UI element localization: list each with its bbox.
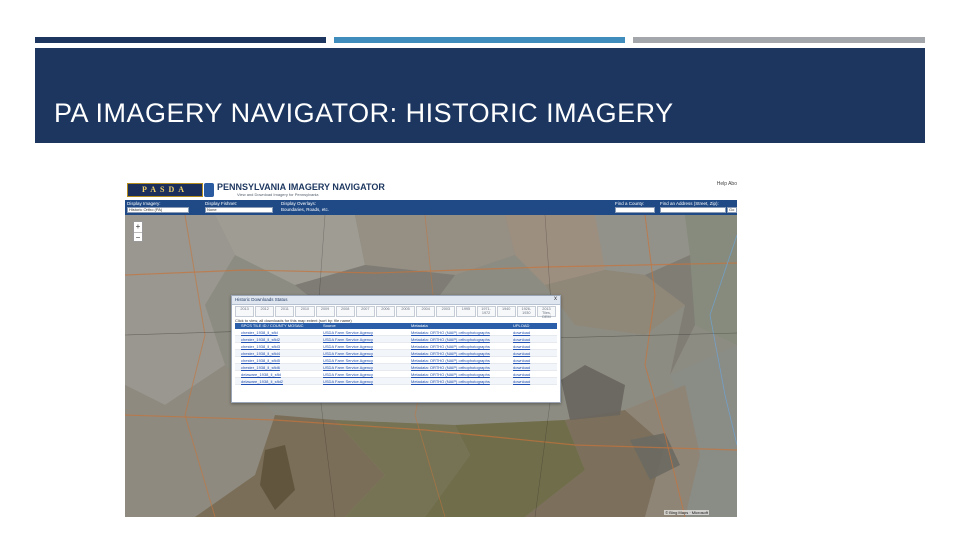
table-row: delaware_1938_ll_sfld USDA Farm Service A… [235,371,557,378]
historic-downloads-dialog: Historic Downloads Status x 2013 2012 2011… [231,295,561,403]
tile-link[interactable]: delaware_1938_ll_sfld2 [241,378,321,385]
metadata-link[interactable]: Metadata: ORTHO (NAIP) orthophotographs [411,364,511,371]
year-tab[interactable]: 1926-1930 [516,306,536,317]
source-link[interactable]: USDA Farm Service Agency [323,364,409,371]
year-tab[interactable]: 2009 [315,306,335,317]
tile-link[interactable]: chester_1938_ll_sfld4 [241,350,321,357]
find-county-label: Find a County: [615,201,645,206]
app-title: PENNSYLVANIA IMAGERY NAVIGATOR [217,182,385,192]
display-imagery-label: Display Imagery: [127,201,161,206]
year-tab[interactable]: 2004 [416,306,436,317]
tile-link[interactable]: chester_1938_ll_sfld6 [241,364,321,371]
tile-link[interactable]: chester_1938_ll_sfld2 [241,336,321,343]
source-link[interactable]: USDA Farm Service Agency [323,357,409,364]
year-tabs: 2013 2012 2011 2010 2009 2008 2007 2006 2005 2004… [235,306,557,318]
download-link[interactable]: download [513,364,553,371]
year-tab[interactable]: 2005 [396,306,416,317]
metadata-link[interactable]: Metadata: ORTHO (NAIP) orthophotographs [411,343,511,350]
download-link[interactable]: download [513,378,553,385]
app-header: PASDA PENNSYLVANIA IMAGERY NAVIGATOR Vie… [125,180,737,201]
source-link[interactable]: USDA Farm Service Agency [323,336,409,343]
year-tab[interactable]: 2010 [295,306,315,317]
dialog-title: Historic Downloads Status [235,297,288,302]
find-address-label: Find an Address (Street, Zip): [660,201,719,206]
table-row: chester_1938_ll_sfld2 USDA Farm Service A… [235,336,557,343]
download-link[interactable]: download [513,343,553,350]
zoom-in-button[interactable]: + [134,222,142,232]
year-tab[interactable]: 1995 [456,306,476,317]
year-tab[interactable]: 2008 [335,306,355,317]
accent-bar-dark [35,37,326,43]
year-tab[interactable]: 2003 [436,306,456,317]
metadata-link[interactable]: Metadata: ORTHO (NAIP) orthophotographs [411,350,511,357]
metadata-link[interactable]: Metadata: ORTHO (NAIP) orthophotographs [411,336,511,343]
metadata-link[interactable]: Metadata: ORTHO (NAIP) orthophotographs [411,357,511,364]
app-subtitle: View and Download Imagery for Pennsylvan… [237,192,319,197]
table-row: delaware_1938_ll_sfld2 USDA Farm Service … [235,378,557,385]
metadata-link[interactable]: Metadata: ORTHO (NAIP) orthophotographs [411,329,511,336]
year-tab[interactable]: 2013 Tiles, DEM [536,306,556,318]
download-link[interactable]: download [513,371,553,378]
table-row: chester_1938_ll_sfld USDA Farm Service Ag… [235,329,557,336]
zoom-out-button[interactable]: − [134,233,142,243]
year-tab[interactable]: 2006 [375,306,395,317]
tile-link[interactable]: delaware_1938_ll_sfld [241,371,321,378]
source-link[interactable]: USDA Farm Service Agency [323,378,409,385]
table-row: chester_1938_ll_sfld3 USDA Farm Service A… [235,343,557,350]
download-link[interactable]: download [513,357,553,364]
year-tab[interactable]: 2012 [255,306,275,317]
display-fishnet-select[interactable]: None [205,207,273,213]
metadata-link[interactable]: Metadata: ORTHO (NAIP) orthophotographs [411,371,511,378]
download-link[interactable]: download [513,350,553,357]
title-banner: PA IMAGERY NAVIGATOR: HISTORIC IMAGERY [35,48,925,143]
download-link[interactable]: download [513,336,553,343]
tile-link[interactable]: chester_1938_ll_sfld3 [241,343,321,350]
find-address-input[interactable] [660,207,726,213]
year-tab[interactable]: 2011 [275,306,295,317]
metadata-link[interactable]: Metadata: ORTHO (NAIP) orthophotographs [411,378,511,385]
app-toolbar: Display Imagery: Historic Ortho (PA) Dis… [125,200,737,215]
year-tab[interactable]: 2007 [355,306,375,317]
state-emblem-icon [204,183,214,197]
zoom-control: + − [133,221,143,242]
accent-bar-gray [633,37,925,43]
map-attribution: © Bing Maps · Microsoft [664,510,709,515]
year-tab[interactable]: 1971-1972 [476,306,496,317]
header-links[interactable]: Help Abo [717,181,737,187]
display-fishnet-label: Display Fishnet: [205,201,238,206]
dialog-titlebar: Historic Downloads Status x [232,296,560,305]
source-link[interactable]: USDA Farm Service Agency [323,350,409,357]
download-link[interactable]: download [513,329,553,336]
year-tab[interactable]: 2013 [235,306,255,317]
tile-link[interactable]: chester_1938_ll_sfld [241,329,321,336]
table-row: chester_1938_ll_sfld4 USDA Farm Service A… [235,350,557,357]
display-imagery-select[interactable]: Historic Ortho (PA) [127,207,189,213]
accent-bar-blue [334,37,625,43]
app-screenshot: PASDA PENNSYLVANIA IMAGERY NAVIGATOR Vie… [125,180,737,517]
find-county-select[interactable] [615,207,655,213]
source-link[interactable]: USDA Farm Service Agency [323,371,409,378]
display-overlays-value[interactable]: Boundaries, Roads, etc. [281,207,329,212]
display-overlays-label: Display Overlays: [281,201,317,206]
year-tab[interactable]: 1940 [496,306,516,317]
table-row: chester_1938_ll_sfld6 USDA Farm Service A… [235,364,557,371]
close-icon[interactable]: x [554,296,557,302]
source-link[interactable]: USDA Farm Service Agency [323,343,409,350]
source-link[interactable]: USDA Farm Service Agency [323,329,409,336]
pasda-logo: PASDA [127,183,203,197]
table-row: chester_1938_ll_sfld5 USDA Farm Service A… [235,357,557,364]
go-button[interactable]: Go [727,207,737,213]
downloads-table-body: chester_1938_ll_sfld USDA Farm Service Ag… [235,329,557,385]
tile-link[interactable]: chester_1938_ll_sfld5 [241,357,321,364]
slide-title: PA IMAGERY NAVIGATOR: HISTORIC IMAGERY [54,98,674,128]
